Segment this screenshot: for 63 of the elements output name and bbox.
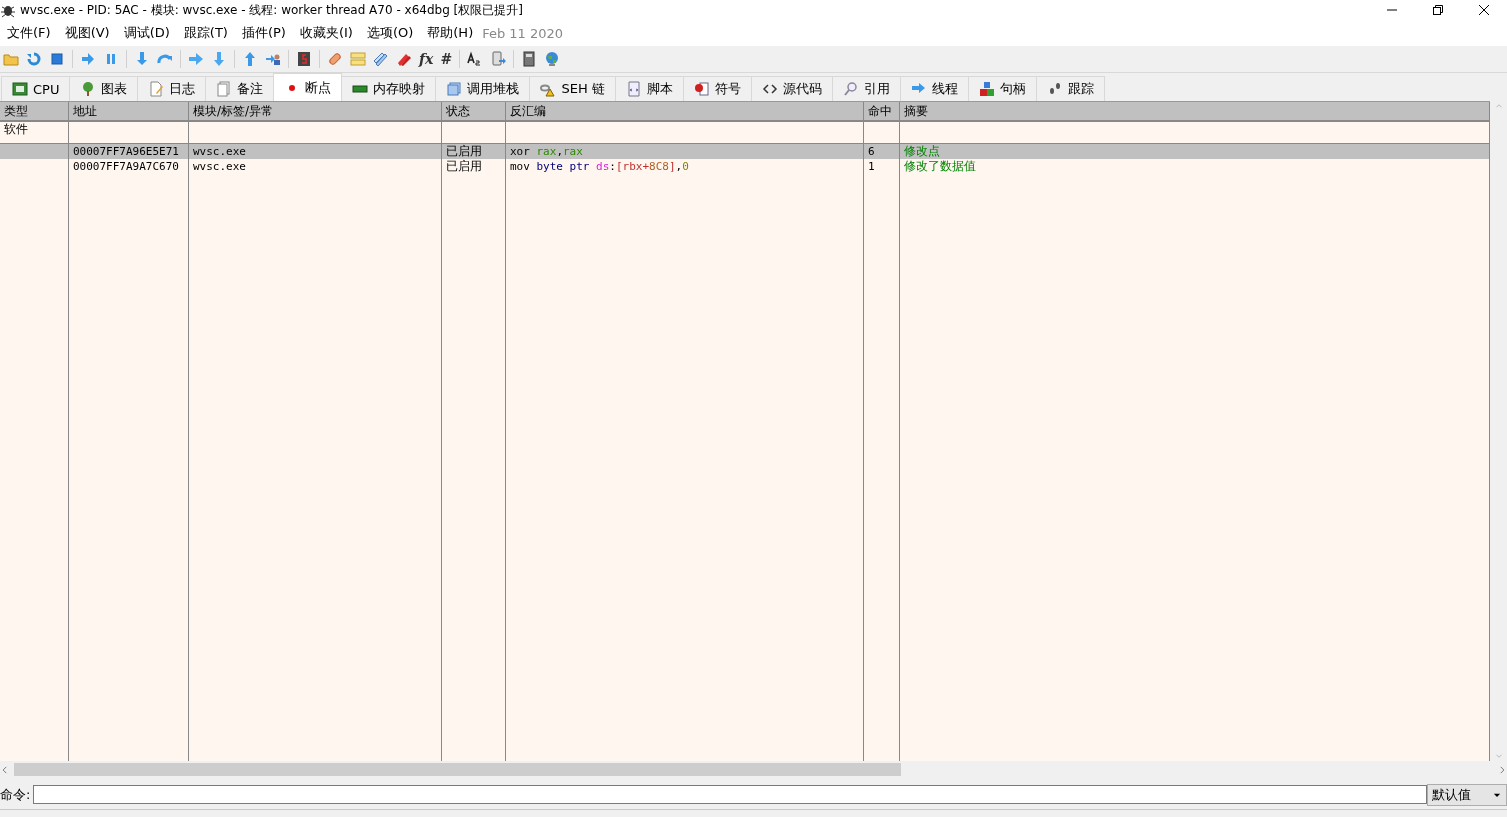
scroll-left-icon[interactable] — [0, 764, 10, 775]
state-cell: 已启用 — [442, 144, 506, 159]
module-cell: wvsc.exe — [189, 159, 442, 174]
close-icon — [1479, 5, 1489, 15]
column-header[interactable]: 状态 — [442, 102, 506, 120]
address-cell: 00007FF7A9A7C670 — [69, 159, 189, 174]
tab[interactable]: CPU — [1, 76, 71, 101]
breakpoint-row[interactable]: 00007FF7A96E5E71 wvsc.exe 已启用 xor rax,rax 6 修改点 — [0, 144, 1490, 159]
column-header[interactable]: 命中 — [864, 102, 900, 120]
restart-icon[interactable] — [26, 51, 42, 67]
column-header[interactable]: 地址 — [69, 102, 189, 120]
calculator-icon[interactable] — [521, 51, 538, 67]
script-icon[interactable] — [296, 51, 312, 67]
hash-icon[interactable]: # — [440, 51, 453, 67]
blocks-icon — [978, 81, 995, 97]
command-label: 命令: — [0, 785, 32, 804]
note-icon[interactable] — [350, 51, 366, 67]
window-title: wvsc.exe - PID: 5AC - 模块: wvsc.exe - 线程: worker thread A70 - x64dbg [权限已提升] — [20, 1, 524, 19]
globe-icon[interactable] — [544, 51, 561, 67]
state-cell: 已启用 — [442, 159, 506, 174]
function-icon[interactable]: fx — [419, 51, 434, 67]
menu-item[interactable]: 文件(F) — [0, 24, 58, 42]
menu-item[interactable]: 调试(D) — [116, 24, 177, 42]
hits-cell: 6 — [864, 144, 900, 159]
scrollbar-thumb[interactable] — [14, 763, 902, 776]
scroll-right-icon[interactable] — [1497, 764, 1507, 775]
command-field[interactable] — [33, 785, 1427, 804]
search-icon — [842, 81, 859, 97]
arrow-right-icon[interactable] — [80, 51, 96, 67]
menu-item[interactable]: 帮助(H) — [420, 24, 481, 42]
device-arrow-icon[interactable] — [490, 51, 507, 67]
column-header[interactable]: 反汇编 — [506, 102, 864, 120]
module-cell: wvsc.exe — [189, 144, 442, 159]
documents-icon — [216, 81, 233, 97]
arrow-right-icon[interactable] — [188, 51, 204, 67]
arrow-up-icon[interactable] — [242, 51, 258, 67]
stacked-windows-icon — [446, 81, 463, 97]
tab[interactable]: 断点 — [273, 73, 343, 101]
bookmarks-icon[interactable] — [396, 51, 412, 67]
folder-icon[interactable] — [3, 51, 19, 67]
address-cell: 00007FF7A96E5E71 — [69, 144, 189, 159]
stop-icon[interactable] — [49, 51, 65, 67]
disassembly-cell: xor rax,rax — [506, 144, 864, 159]
tags-icon[interactable] — [373, 51, 389, 67]
hits-cell: 1 — [864, 159, 900, 174]
arrow-down-icon[interactable] — [211, 51, 227, 67]
tab[interactable]: 跟踪 — [1035, 76, 1105, 101]
group-label: 软件 — [0, 122, 69, 137]
menu-item[interactable]: 视图(V) — [57, 24, 117, 42]
menu-item[interactable]: 插件(P) — [234, 24, 293, 42]
document-pencil-icon — [148, 81, 165, 97]
build-date: Feb 11 2020 — [482, 25, 564, 41]
chip-icon — [12, 81, 28, 97]
menu-item[interactable]: 选项(O) — [359, 24, 421, 42]
document-ball-icon — [693, 81, 710, 97]
restore-icon — [1433, 5, 1443, 15]
menu-item[interactable]: 跟踪(T) — [176, 24, 235, 42]
column-header[interactable]: 模块/标签/异常 — [189, 102, 442, 120]
document-code-icon — [625, 81, 642, 97]
menu-item[interactable]: 收藏夹(I) — [292, 24, 360, 42]
mode-dropdown[interactable]: 默认值 — [1427, 783, 1507, 806]
disassembly-cell: mov byte ptr ds:[rbx+8C8],0 — [506, 159, 864, 174]
column-header[interactable]: 类型 — [0, 102, 69, 120]
